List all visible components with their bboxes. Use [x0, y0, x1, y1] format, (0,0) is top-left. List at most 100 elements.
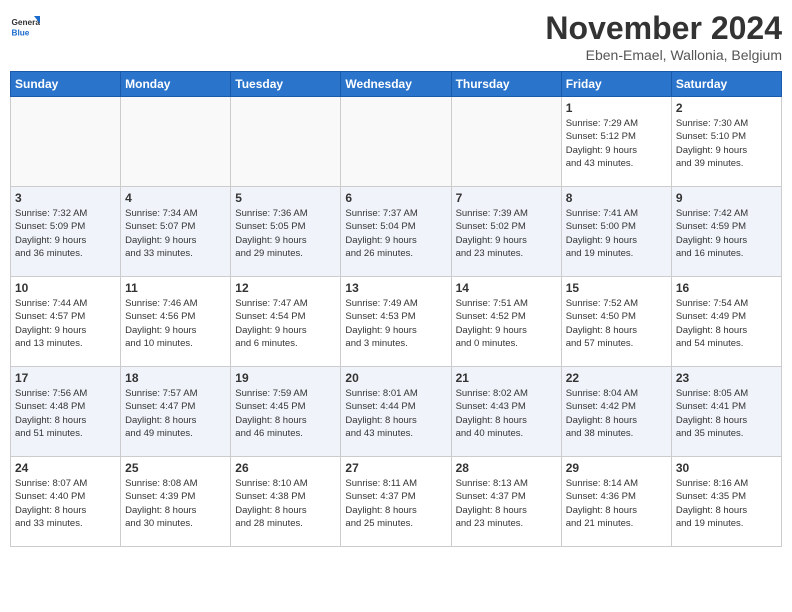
- day-info: Sunrise: 7:52 AM Sunset: 4:50 PM Dayligh…: [566, 297, 667, 350]
- day-info: Sunrise: 8:04 AM Sunset: 4:42 PM Dayligh…: [566, 387, 667, 440]
- calendar-cell: [451, 97, 561, 187]
- day-info: Sunrise: 7:56 AM Sunset: 4:48 PM Dayligh…: [15, 387, 116, 440]
- calendar-table: SundayMondayTuesdayWednesdayThursdayFrid…: [10, 71, 782, 547]
- calendar-cell: 4 Sunrise: 7:34 AM Sunset: 5:07 PM Daylig…: [121, 187, 231, 277]
- location-subtitle: Eben-Emael, Wallonia, Belgium: [545, 47, 782, 63]
- title-section: November 2024 Eben-Emael, Wallonia, Belg…: [545, 10, 782, 63]
- calendar-week-row: 17 Sunrise: 7:56 AM Sunset: 4:48 PM Dayli…: [11, 367, 782, 457]
- calendar-cell: 22 Sunrise: 8:04 AM Sunset: 4:42 PM Dayli…: [561, 367, 671, 457]
- calendar-cell: 2 Sunrise: 7:30 AM Sunset: 5:10 PM Daylig…: [671, 97, 781, 187]
- day-number: 19: [235, 371, 336, 385]
- day-number: 3: [15, 191, 116, 205]
- calendar-cell: 17 Sunrise: 7:56 AM Sunset: 4:48 PM Dayli…: [11, 367, 121, 457]
- header-day-friday: Friday: [561, 72, 671, 97]
- day-number: 20: [345, 371, 446, 385]
- day-number: 14: [456, 281, 557, 295]
- day-number: 7: [456, 191, 557, 205]
- calendar-cell: 27Sunrise: 8:11 AM Sunset: 4:37 PM Dayli…: [341, 457, 451, 547]
- calendar-cell: 16 Sunrise: 7:54 AM Sunset: 4:49 PM Dayli…: [671, 277, 781, 367]
- calendar-cell: 6Sunrise: 7:37 AM Sunset: 5:04 PM Daylig…: [341, 187, 451, 277]
- header-day-tuesday: Tuesday: [231, 72, 341, 97]
- header-day-sunday: Sunday: [11, 72, 121, 97]
- day-info: Sunrise: 7:57 AM Sunset: 4:47 PM Dayligh…: [125, 387, 226, 440]
- logo: General Blue: [10, 10, 40, 40]
- calendar-cell: 21 Sunrise: 8:02 AM Sunset: 4:43 PM Dayli…: [451, 367, 561, 457]
- logo-icon: General Blue: [10, 10, 40, 40]
- day-info: Sunrise: 7:29 AM Sunset: 5:12 PM Dayligh…: [566, 117, 667, 170]
- calendar-cell: 5 Sunrise: 7:36 AM Sunset: 5:05 PM Daylig…: [231, 187, 341, 277]
- calendar-cell: 29Sunrise: 8:14 AM Sunset: 4:36 PM Dayli…: [561, 457, 671, 547]
- calendar-week-row: 1 Sunrise: 7:29 AM Sunset: 5:12 PM Daylig…: [11, 97, 782, 187]
- day-info: Sunrise: 7:41 AM Sunset: 5:00 PM Dayligh…: [566, 207, 667, 260]
- calendar-cell: 28 Sunrise: 8:13 AM Sunset: 4:37 PM Dayli…: [451, 457, 561, 547]
- calendar-cell: 12Sunrise: 7:47 AM Sunset: 4:54 PM Dayli…: [231, 277, 341, 367]
- day-info: Sunrise: 8:05 AM Sunset: 4:41 PM Dayligh…: [676, 387, 777, 440]
- calendar-cell: 24Sunrise: 8:07 AM Sunset: 4:40 PM Dayli…: [11, 457, 121, 547]
- day-info: Sunrise: 7:32 AM Sunset: 5:09 PM Dayligh…: [15, 207, 116, 260]
- day-info: Sunrise: 8:14 AM Sunset: 4:36 PM Dayligh…: [566, 477, 667, 530]
- day-number: 13: [345, 281, 446, 295]
- calendar-cell: [11, 97, 121, 187]
- day-number: 28: [456, 461, 557, 475]
- calendar-cell: 8 Sunrise: 7:41 AM Sunset: 5:00 PM Daylig…: [561, 187, 671, 277]
- calendar-cell: 9Sunrise: 7:42 AM Sunset: 4:59 PM Daylig…: [671, 187, 781, 277]
- calendar-cell: 7 Sunrise: 7:39 AM Sunset: 5:02 PM Daylig…: [451, 187, 561, 277]
- calendar-cell: 11 Sunrise: 7:46 AM Sunset: 4:56 PM Dayli…: [121, 277, 231, 367]
- calendar-cell: 13 Sunrise: 7:49 AM Sunset: 4:53 PM Dayli…: [341, 277, 451, 367]
- day-info: Sunrise: 7:49 AM Sunset: 4:53 PM Dayligh…: [345, 297, 446, 350]
- calendar-week-row: 10Sunrise: 7:44 AM Sunset: 4:57 PM Dayli…: [11, 277, 782, 367]
- day-info: Sunrise: 7:30 AM Sunset: 5:10 PM Dayligh…: [676, 117, 777, 170]
- calendar-cell: 10Sunrise: 7:44 AM Sunset: 4:57 PM Dayli…: [11, 277, 121, 367]
- calendar-cell: [231, 97, 341, 187]
- calendar-cell: 19 Sunrise: 7:59 AM Sunset: 4:45 PM Dayli…: [231, 367, 341, 457]
- svg-text:Blue: Blue: [12, 29, 30, 38]
- calendar-cell: 23 Sunrise: 8:05 AM Sunset: 4:41 PM Dayli…: [671, 367, 781, 457]
- day-info: Sunrise: 7:39 AM Sunset: 5:02 PM Dayligh…: [456, 207, 557, 260]
- day-info: Sunrise: 7:59 AM Sunset: 4:45 PM Dayligh…: [235, 387, 336, 440]
- day-number: 5: [235, 191, 336, 205]
- day-number: 1: [566, 101, 667, 115]
- day-number: 4: [125, 191, 226, 205]
- day-number: 21: [456, 371, 557, 385]
- calendar-cell: 15 Sunrise: 7:52 AM Sunset: 4:50 PM Dayli…: [561, 277, 671, 367]
- calendar-cell: [341, 97, 451, 187]
- day-number: 23: [676, 371, 777, 385]
- day-number: 24: [15, 461, 116, 475]
- day-info: Sunrise: 7:37 AM Sunset: 5:04 PM Dayligh…: [345, 207, 446, 260]
- day-info: Sunrise: 7:36 AM Sunset: 5:05 PM Dayligh…: [235, 207, 336, 260]
- day-info: Sunrise: 8:02 AM Sunset: 4:43 PM Dayligh…: [456, 387, 557, 440]
- page-header: General Blue November 2024 Eben-Emael, W…: [10, 10, 782, 63]
- day-info: Sunrise: 7:46 AM Sunset: 4:56 PM Dayligh…: [125, 297, 226, 350]
- day-number: 18: [125, 371, 226, 385]
- day-number: 17: [15, 371, 116, 385]
- day-info: Sunrise: 8:13 AM Sunset: 4:37 PM Dayligh…: [456, 477, 557, 530]
- svg-text:General: General: [12, 18, 41, 27]
- calendar-cell: [121, 97, 231, 187]
- day-number: 16: [676, 281, 777, 295]
- day-info: Sunrise: 8:08 AM Sunset: 4:39 PM Dayligh…: [125, 477, 226, 530]
- day-info: Sunrise: 8:16 AM Sunset: 4:35 PM Dayligh…: [676, 477, 777, 530]
- day-number: 11: [125, 281, 226, 295]
- calendar-cell: 26 Sunrise: 8:10 AM Sunset: 4:38 PM Dayli…: [231, 457, 341, 547]
- day-number: 26: [235, 461, 336, 475]
- day-info: Sunrise: 7:54 AM Sunset: 4:49 PM Dayligh…: [676, 297, 777, 350]
- day-number: 8: [566, 191, 667, 205]
- header-day-saturday: Saturday: [671, 72, 781, 97]
- calendar-week-row: 3 Sunrise: 7:32 AM Sunset: 5:09 PM Daylig…: [11, 187, 782, 277]
- day-info: Sunrise: 7:51 AM Sunset: 4:52 PM Dayligh…: [456, 297, 557, 350]
- day-number: 2: [676, 101, 777, 115]
- header-day-thursday: Thursday: [451, 72, 561, 97]
- calendar-cell: 1 Sunrise: 7:29 AM Sunset: 5:12 PM Daylig…: [561, 97, 671, 187]
- header-day-monday: Monday: [121, 72, 231, 97]
- calendar-cell: 18 Sunrise: 7:57 AM Sunset: 4:47 PM Dayli…: [121, 367, 231, 457]
- day-info: Sunrise: 7:42 AM Sunset: 4:59 PM Dayligh…: [676, 207, 777, 260]
- day-info: Sunrise: 8:11 AM Sunset: 4:37 PM Dayligh…: [345, 477, 446, 530]
- day-info: Sunrise: 7:34 AM Sunset: 5:07 PM Dayligh…: [125, 207, 226, 260]
- day-number: 25: [125, 461, 226, 475]
- calendar-header-row: SundayMondayTuesdayWednesdayThursdayFrid…: [11, 72, 782, 97]
- day-number: 10: [15, 281, 116, 295]
- day-number: 22: [566, 371, 667, 385]
- day-number: 15: [566, 281, 667, 295]
- day-info: Sunrise: 8:10 AM Sunset: 4:38 PM Dayligh…: [235, 477, 336, 530]
- calendar-cell: 3 Sunrise: 7:32 AM Sunset: 5:09 PM Daylig…: [11, 187, 121, 277]
